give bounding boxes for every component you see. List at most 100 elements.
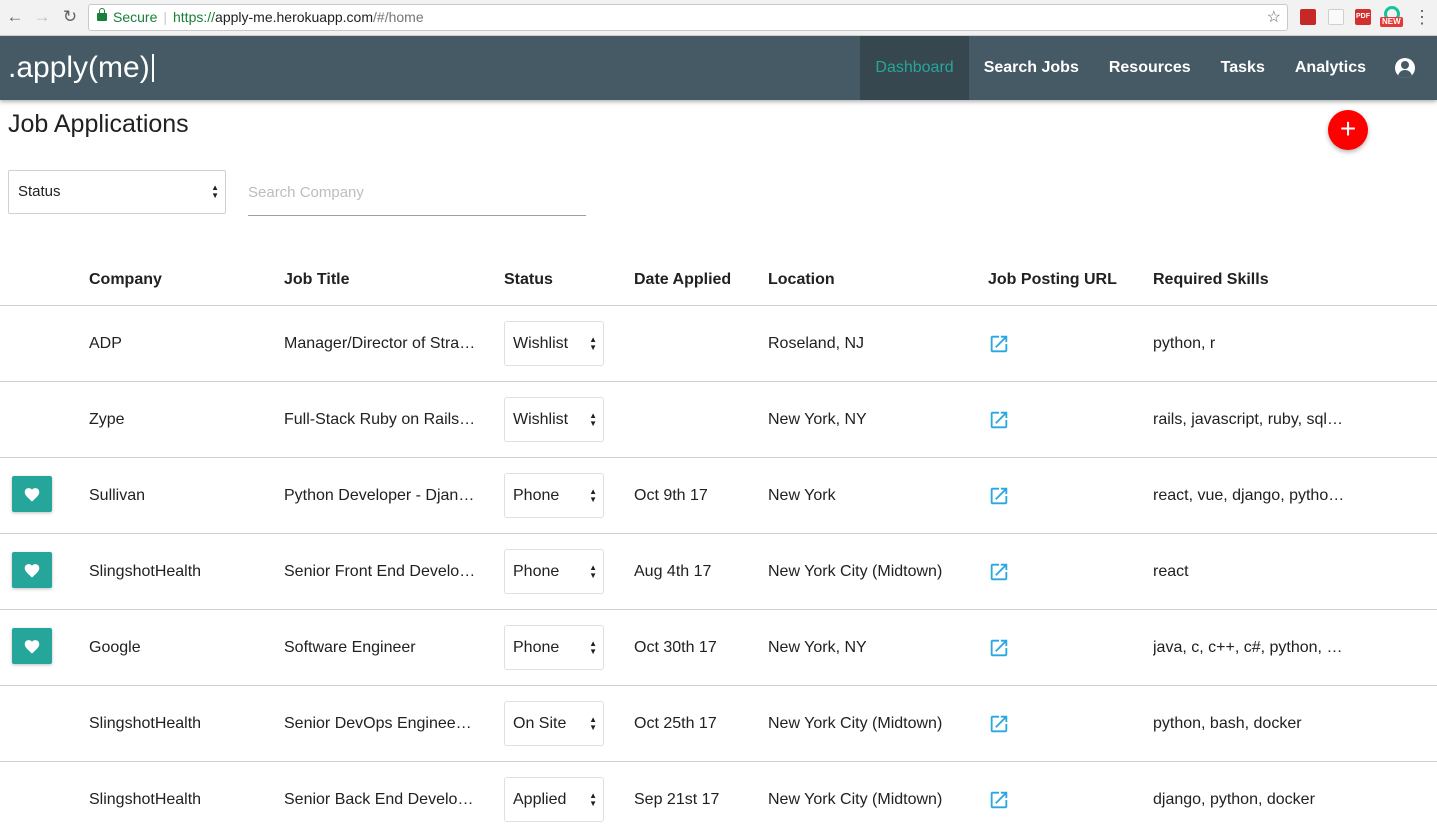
favorite-button[interactable]	[12, 628, 52, 664]
url-path: /#/home	[373, 9, 424, 25]
open-in-new-icon[interactable]	[988, 333, 1010, 355]
bookmark-extension-icon[interactable]	[1300, 9, 1316, 25]
reload-icon[interactable]: ↻	[59, 6, 81, 28]
cell-required-skills: django, python, docker	[1153, 791, 1315, 808]
page-title: Job Applications	[8, 110, 189, 138]
browser-toolbar: ← → ↻ Secure | https://apply-me.herokuapp.…	[0, 0, 1437, 36]
cell-location: New York City (Midtown)	[768, 791, 943, 808]
cell-job-title: Senior Back End Developer	[284, 791, 476, 808]
browser-menu-icon[interactable]: ⋮	[1413, 6, 1431, 28]
cell-date-applied: Oct 30th 17	[634, 639, 717, 656]
header-status[interactable]: Status	[504, 254, 553, 306]
open-in-new-icon[interactable]	[988, 485, 1010, 507]
cell-location: New York	[768, 487, 836, 504]
new-badge: NEW	[1380, 17, 1403, 27]
open-in-new-icon[interactable]	[988, 789, 1010, 811]
open-in-new-icon[interactable]	[988, 637, 1010, 659]
cell-job-title: Software Engineer	[284, 639, 416, 656]
nav-resources[interactable]: Resources	[1094, 36, 1206, 100]
cell-job-title: Full-Stack Ruby on Rails Developer	[284, 411, 476, 428]
status-select[interactable]: Wishlist ▲ ▼	[504, 321, 604, 366]
cell-location: New York City (Midtown)	[768, 715, 943, 732]
nav-search-jobs[interactable]: Search Jobs	[969, 36, 1094, 100]
select-arrows-icon: ▲ ▼	[589, 562, 597, 580]
open-in-new-icon[interactable]	[988, 713, 1010, 735]
brand-cursor	[151, 54, 154, 82]
select-arrows-icon: ▲ ▼	[589, 486, 597, 504]
header-date-applied[interactable]: Date Applied	[634, 254, 731, 306]
cell-required-skills: java, c, c++, c#, python, javascript	[1153, 639, 1345, 656]
status-value: Phone	[513, 487, 560, 504]
cell-required-skills: python, r	[1153, 335, 1216, 352]
header-required-skills[interactable]: Required Skills	[1153, 254, 1269, 306]
bookmark-star-icon[interactable]: ☆	[1267, 5, 1281, 30]
open-in-new-icon[interactable]	[988, 561, 1010, 583]
cell-location: New York City (Midtown)	[768, 563, 943, 580]
cell-company: SlingshotHealth	[89, 715, 202, 732]
status-filter-value: Status	[18, 183, 61, 200]
forward-arrow-icon[interactable]: →	[31, 6, 53, 28]
status-filter-select[interactable]: Status ▲ ▼	[8, 170, 226, 214]
cell-date-applied: Sep 21st 17	[634, 791, 720, 808]
status-select[interactable]: On Site ▲ ▼	[504, 701, 604, 746]
cell-company: Sullivan	[89, 487, 146, 504]
status-select[interactable]: Wishlist ▲ ▼	[504, 397, 604, 442]
header-job-title[interactable]: Job Title	[284, 254, 350, 306]
table-row: Sullivan Python Developer - Django Phone ▲ ▼…	[0, 458, 1437, 534]
status-select[interactable]: Phone ▲ ▼	[504, 625, 604, 670]
table-row: SlingshotHealth Senior Front End Develope…	[0, 534, 1437, 610]
secure-label: Secure	[113, 9, 158, 25]
nav-analytics[interactable]: Analytics	[1280, 36, 1381, 100]
header-job-posting-url[interactable]: Job Posting URL	[988, 254, 1117, 306]
cell-job-title: Senior Front End Developer	[284, 563, 476, 580]
cell-required-skills: react	[1153, 563, 1189, 580]
url-host: apply-me.herokuapp.com	[215, 9, 374, 25]
cell-date-applied: Aug 4th 17	[634, 563, 712, 580]
table-row: ADP Manager/Director of Strategy Wishlist ▲…	[0, 306, 1437, 382]
address-bar[interactable]: Secure | https://apply-me.herokuapp.com/#/…	[88, 4, 1288, 31]
open-in-new-icon[interactable]	[988, 409, 1010, 431]
cell-job-title: Manager/Director of Strategy	[284, 335, 476, 352]
pdf-extension-icon[interactable]: PDF	[1355, 9, 1371, 25]
table-row: Google Software Engineer Phone ▲ ▼ Oct 30th 1…	[0, 610, 1437, 686]
favorite-button[interactable]	[12, 552, 52, 588]
cell-location: New York, NY	[768, 639, 867, 656]
account-button[interactable]	[1381, 36, 1437, 100]
status-value: Wishlist	[513, 335, 569, 352]
status-value: Phone	[513, 563, 560, 580]
search-company-input[interactable]	[248, 170, 586, 216]
table-body: ADP Manager/Director of Strategy Wishlist ▲…	[0, 306, 1437, 837]
nav-tasks[interactable]: Tasks	[1206, 36, 1280, 100]
back-arrow-icon[interactable]: ←	[4, 6, 26, 28]
select-arrows-icon: ▲ ▼	[589, 334, 597, 352]
status-select[interactable]: Phone ▲ ▼	[504, 473, 604, 518]
brand-logo[interactable]: .apply(me)	[8, 49, 154, 87]
blank-extension-icon[interactable]	[1328, 9, 1344, 25]
header-company[interactable]: Company	[89, 254, 162, 306]
header-location[interactable]: Location	[768, 254, 835, 306]
nav-dashboard[interactable]: Dashboard	[860, 36, 969, 100]
cell-job-title: Senior DevOps Engineer (AWS)	[284, 715, 476, 732]
cell-location: Roseland, NJ	[768, 335, 865, 352]
grammarly-extension-icon[interactable]: NEW	[1380, 6, 1403, 28]
app-bar: .apply(me) Dashboard Search Jobs Resourc…	[0, 36, 1437, 100]
address-separator: |	[163, 9, 167, 25]
select-arrows-icon: ▲ ▼	[589, 714, 597, 732]
select-arrows-icon: ▲ ▼	[211, 183, 219, 200]
cell-date-applied	[634, 382, 754, 457]
url-scheme: https://	[173, 9, 216, 25]
select-arrows-icon: ▲ ▼	[589, 790, 597, 808]
status-select[interactable]: Applied ▲ ▼	[504, 777, 604, 822]
cell-job-title: Python Developer - Django	[284, 487, 476, 504]
table-row: SlingshotHealth Senior Back End Developer…	[0, 762, 1437, 837]
status-value: Phone	[513, 639, 560, 656]
table-row: SlingshotHealth Senior DevOps Engineer (A…	[0, 686, 1437, 762]
lock-icon	[97, 8, 107, 21]
favorite-button[interactable]	[12, 476, 52, 512]
cell-company: SlingshotHealth	[89, 791, 202, 808]
cell-company: Google	[89, 639, 141, 656]
cell-date-applied: Oct 9th 17	[634, 487, 708, 504]
status-select[interactable]: Phone ▲ ▼	[504, 549, 604, 594]
cell-required-skills: react, vue, django, python, postgres	[1153, 487, 1345, 504]
add-application-button[interactable]: +	[1328, 110, 1368, 150]
